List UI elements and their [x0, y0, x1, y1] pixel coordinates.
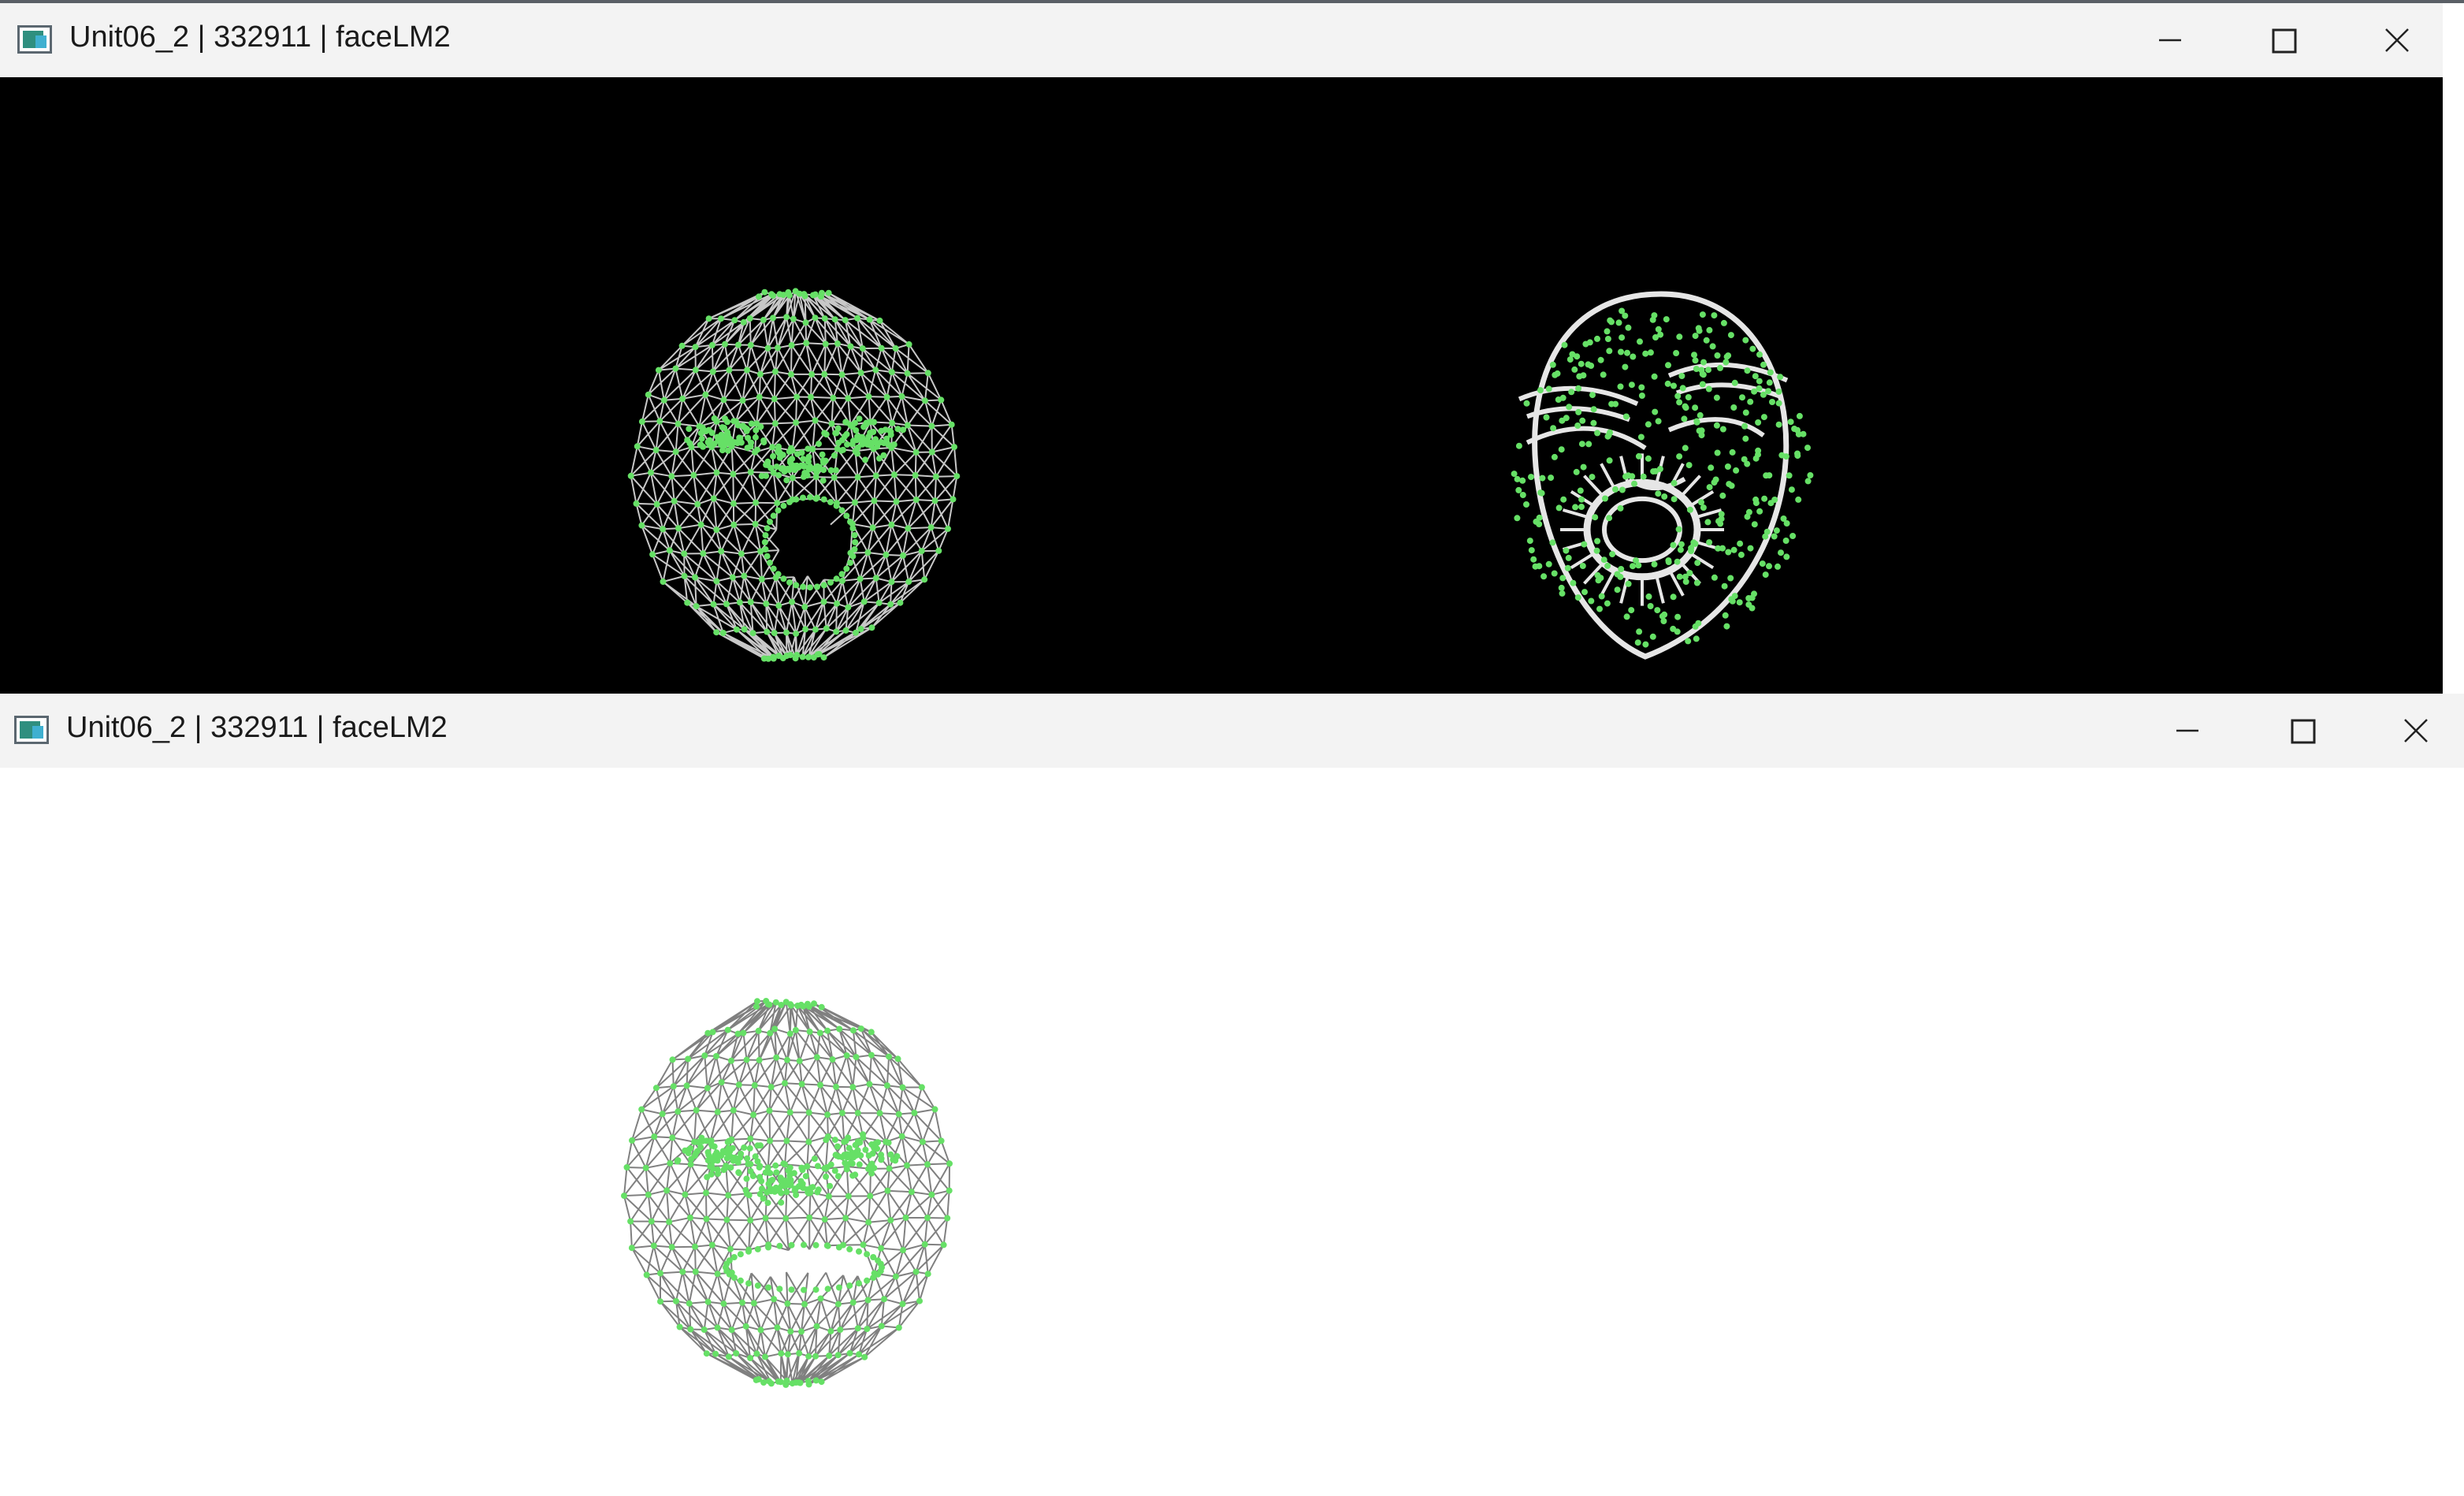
- maximize-button[interactable]: [2274, 705, 2331, 757]
- bottom-window-canvas: [0, 768, 2464, 1496]
- top-window-titlebar[interactable]: Unit06_2 | 332911 | faceLM2: [0, 3, 2443, 77]
- close-button[interactable]: [2388, 705, 2444, 757]
- render-area: [627, 288, 1814, 662]
- maximize-icon: [2291, 719, 2316, 744]
- minimize-button[interactable]: [2142, 14, 2198, 66]
- minimize-button[interactable]: [2159, 705, 2216, 757]
- bottom-window-titlebar[interactable]: Unit06_2 | 332911 | faceLM2: [0, 694, 2464, 768]
- wireframe-mesh-face: [621, 998, 953, 1388]
- maximize-icon: [2272, 28, 2297, 54]
- window-title: Unit06_2 | 332911 | faceLM2: [66, 711, 448, 744]
- close-icon: [2385, 28, 2409, 52]
- render-area: [621, 998, 953, 1388]
- maximize-button[interactable]: [2255, 14, 2312, 66]
- top-window-canvas: [0, 77, 2443, 694]
- wireframe-mesh-face: [627, 288, 961, 662]
- bottom-window: Unit06_2 | 332911 | faceLM2: [0, 694, 2464, 1496]
- minimize-icon: [2159, 39, 2181, 42]
- app-window-icon: [17, 25, 52, 54]
- top-window: Unit06_2 | 332911 | faceLM2: [0, 0, 2464, 694]
- close-icon: [2404, 719, 2428, 742]
- contour-landmark-face: [1511, 291, 1814, 660]
- app-window-icon: [14, 716, 49, 744]
- minimize-icon: [2176, 729, 2198, 732]
- close-button[interactable]: [2369, 14, 2425, 66]
- landmark-points: [621, 998, 953, 1388]
- window-title: Unit06_2 | 332911 | faceLM2: [69, 20, 451, 54]
